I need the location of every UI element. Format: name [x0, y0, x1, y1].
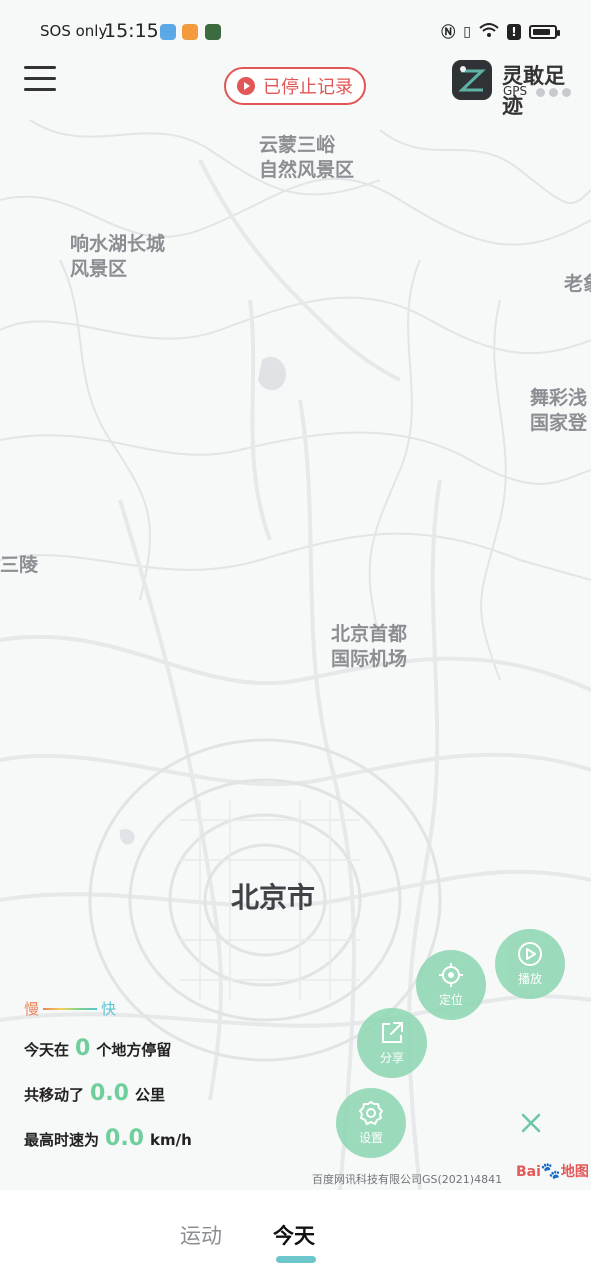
brand-gps-label: GPS — [503, 84, 528, 98]
play-label: 播放 — [517, 972, 542, 986]
map-place-label: 响水湖长城 风景区 — [70, 233, 166, 280]
stat-distance-value: 0.0 — [90, 1081, 129, 1106]
stat-speed-prefix: 最高时速为 — [24, 1131, 100, 1149]
battery-icon — [529, 25, 560, 39]
legend-slow-label: 慢 — [24, 1000, 40, 1018]
share-label: 分享 — [379, 1051, 404, 1065]
news-app-icon — [182, 24, 198, 40]
stat-distance-prefix: 共移动了 — [24, 1086, 85, 1104]
map-copyright: 百度网讯科技有限公司GS(2021)4841 — [312, 1173, 503, 1186]
status-icons: Ⓝ ▯ ! — [441, 22, 560, 42]
vibrate-icon: ▯ — [463, 24, 471, 40]
nfc-icon: Ⓝ — [441, 25, 456, 41]
status-bar: SOS only 15:15 Ⓝ ▯ ! — [0, 0, 591, 64]
map-place-label: 舞彩浅 国家登 — [530, 387, 588, 434]
map-view[interactable]: 云蒙三峪 自然风景区 响水湖长城 风景区 老象 舞彩浅 国家登 三陵 北京首都 … — [0, 0, 591, 1190]
share-button[interactable]: 分享 — [357, 1008, 427, 1078]
active-tab-indicator — [276, 1256, 316, 1263]
tab-sport[interactable]: 运动 — [180, 1220, 222, 1250]
speed-legend: 慢 快 — [24, 998, 116, 1019]
carrier-text: SOS only — [40, 22, 108, 40]
record-status-label: 已停止记录 — [263, 77, 353, 98]
locate-label: 定位 — [438, 993, 463, 1007]
stat-distance: 共移动了 0.0 公里 — [24, 1081, 165, 1106]
play-icon — [518, 942, 542, 966]
weather-app-icon — [160, 24, 176, 40]
map-place-label: 云蒙三峪 自然风景区 — [259, 134, 355, 181]
crosshair-icon — [439, 963, 463, 987]
stat-stay-prefix: 今天在 — [24, 1041, 70, 1059]
stat-speed-unit: km/h — [150, 1131, 192, 1149]
map-place-label: 北京首都 国际机场 — [331, 623, 408, 670]
app-brand: 灵敢足迹 GPS — [452, 60, 582, 118]
share-icon — [382, 1022, 403, 1043]
stat-max-speed: 最高时速为 0.0 km/h — [24, 1126, 192, 1151]
app-root: 云蒙三峪 自然风景区 响水湖长城 风景区 老象 舞彩浅 国家登 三陵 北京首都 … — [0, 0, 591, 1280]
record-stopped-icon — [237, 77, 255, 95]
baidu-map-logo: Bai🐾地图 — [516, 1161, 589, 1180]
map-place-label: 老象 — [564, 273, 591, 295]
wifi-icon — [479, 22, 499, 42]
close-icon[interactable] — [518, 1110, 544, 1136]
gear-icon — [359, 1101, 383, 1125]
app-logo-icon — [452, 60, 492, 100]
alert-icon: ! — [507, 24, 521, 40]
map-city-label: 北京市 — [231, 881, 316, 914]
stat-stay-count: 0 — [75, 1036, 91, 1061]
record-status-button[interactable]: 已停止记录 — [224, 67, 366, 105]
stat-distance-unit: 公里 — [135, 1086, 166, 1104]
tab-today[interactable]: 今天 — [273, 1220, 315, 1250]
bottom-nav: 运动 今天 — [0, 1190, 591, 1280]
settings-button[interactable]: 设置 — [336, 1088, 406, 1158]
fitness-app-icon — [205, 24, 221, 40]
menu-icon[interactable] — [24, 66, 56, 94]
settings-label: 设置 — [358, 1131, 383, 1145]
play-button[interactable]: 播放 — [495, 929, 565, 999]
stat-stay: 今天在 0 个地方停留 — [24, 1036, 171, 1061]
legend-fast-label: 快 — [101, 1000, 117, 1018]
stat-stay-suffix: 个地方停留 — [96, 1041, 172, 1059]
map-place-label: 三陵 — [0, 554, 39, 576]
clock-time: 15:15 — [104, 20, 159, 42]
gps-signal-dots — [536, 88, 571, 97]
legend-gradient-bar — [43, 1007, 98, 1010]
stat-speed-value: 0.0 — [105, 1126, 144, 1151]
locate-button[interactable]: 定位 — [416, 950, 486, 1020]
